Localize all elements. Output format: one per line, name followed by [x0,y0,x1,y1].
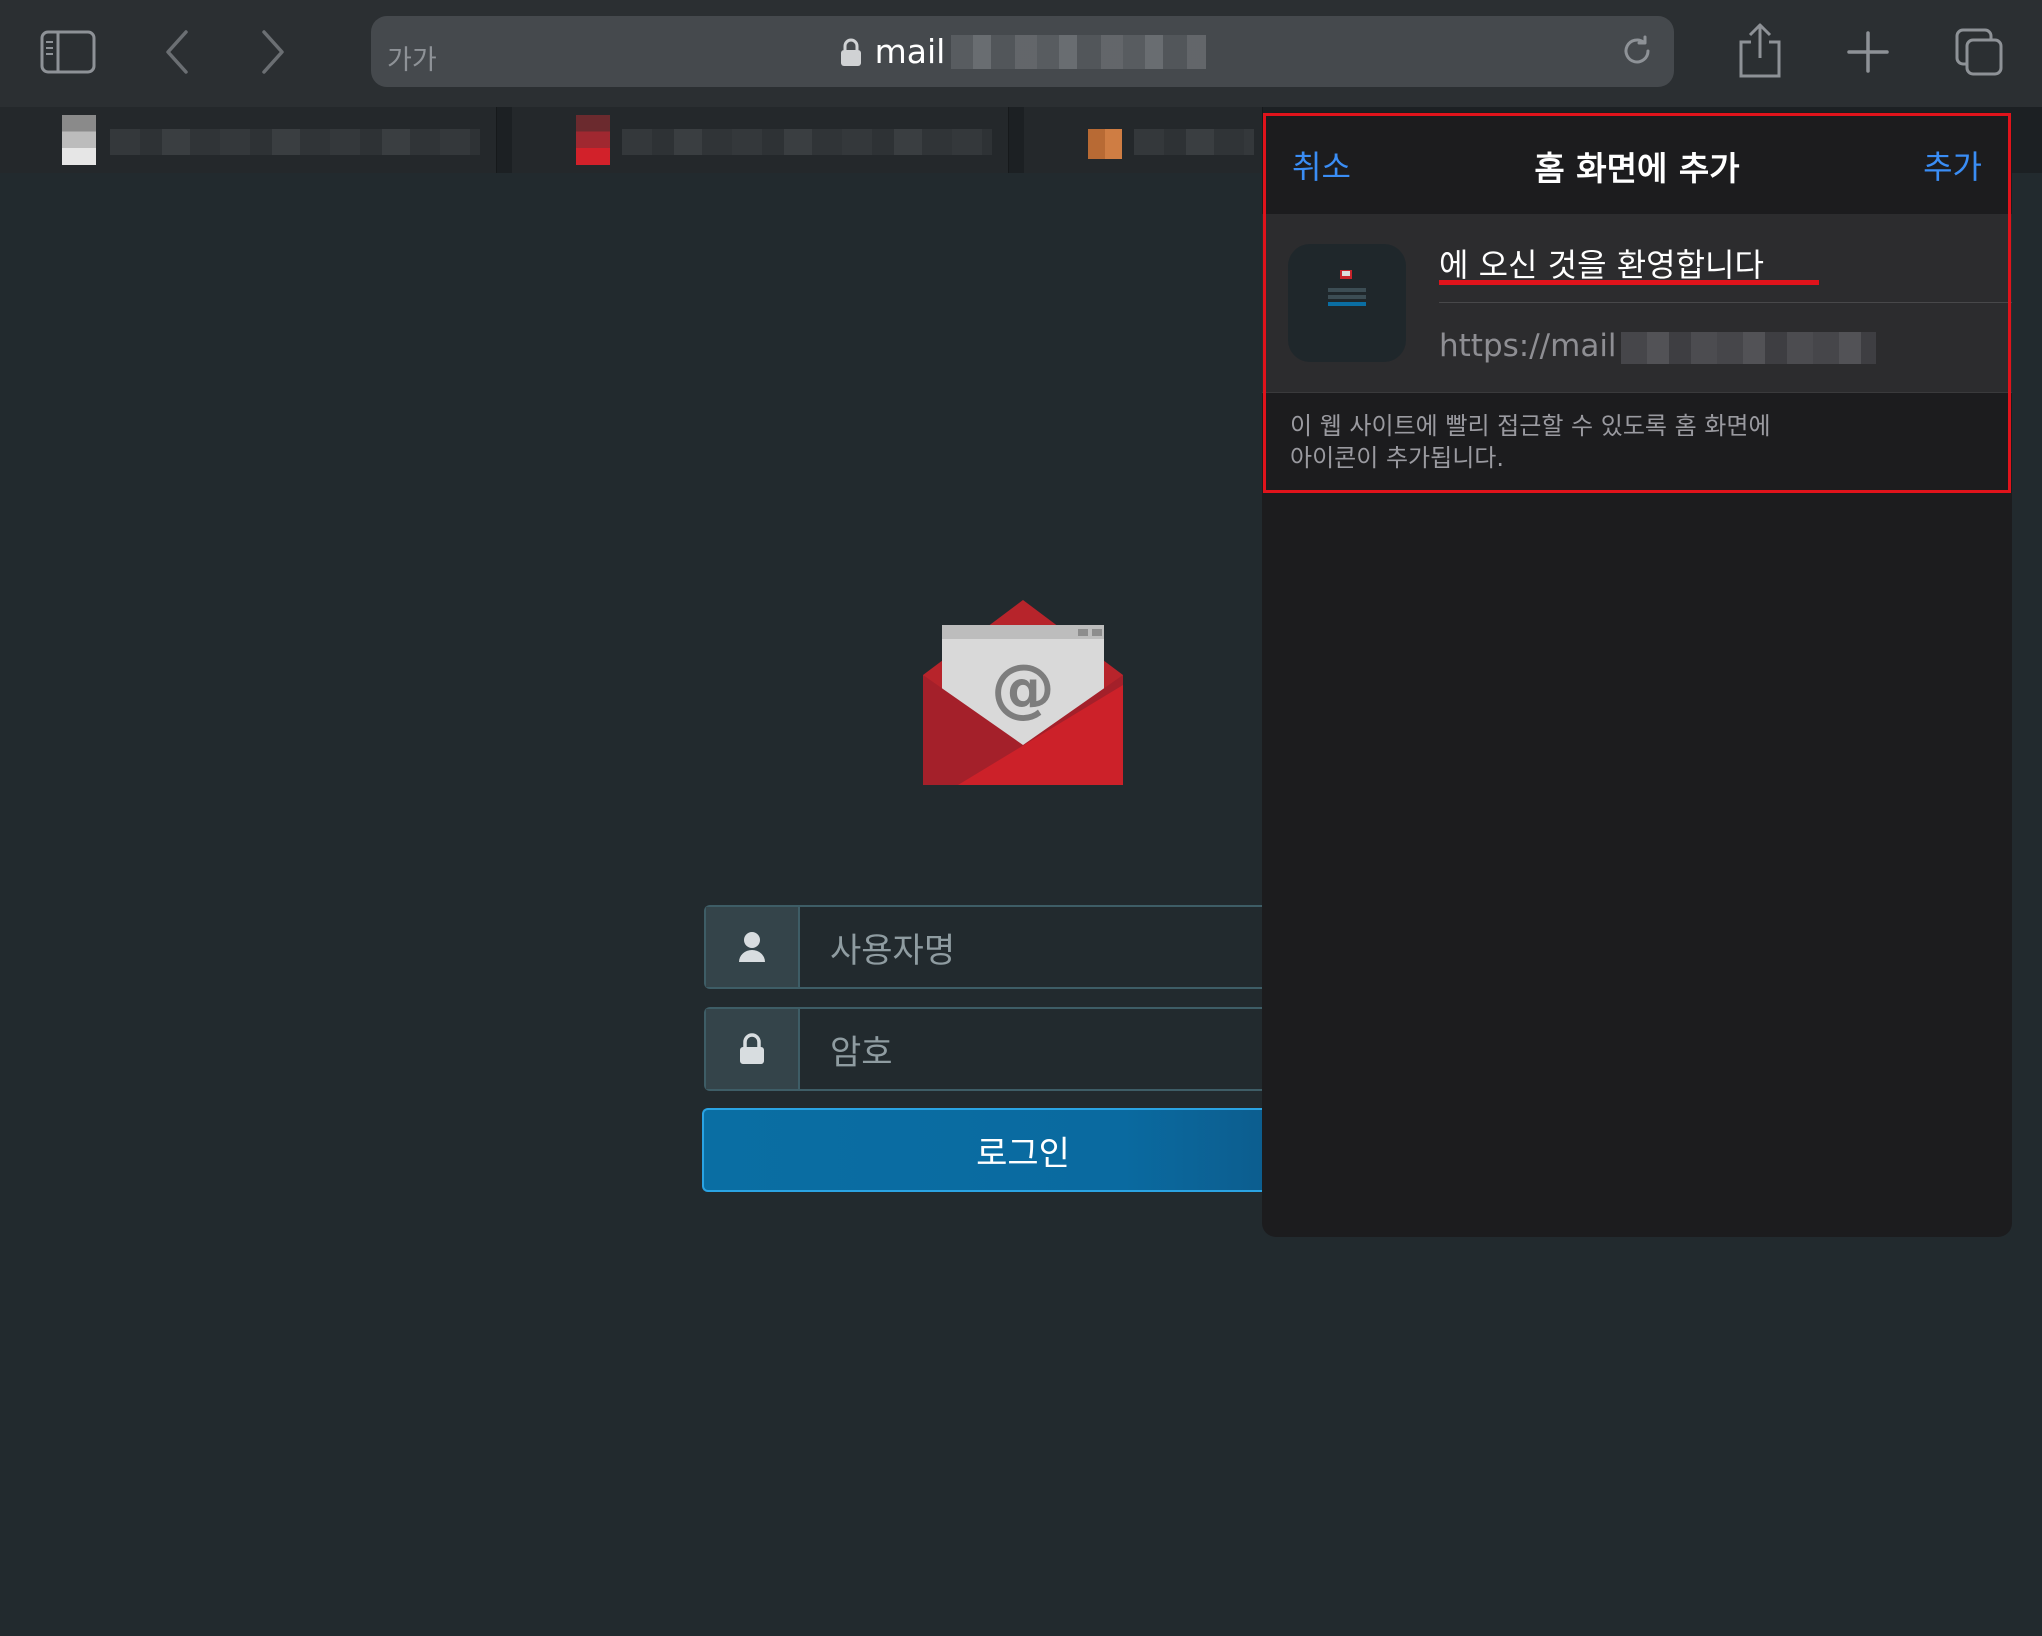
svg-text:@: @ [991,652,1055,726]
back-icon[interactable] [158,26,198,78]
redacted-tab-title [110,129,480,155]
lock-icon [840,38,861,66]
tab-item[interactable] [512,107,1009,173]
tab-favicon [62,115,96,165]
red-highlight-box [1263,113,2011,493]
redacted-tab-title [622,129,992,155]
redacted-tab-title [1134,129,1254,155]
password-field[interactable]: 암호 [704,1007,1304,1091]
password-placeholder: 암호 [830,1033,893,1073]
login-button[interactable]: 로그인 [702,1108,1302,1192]
redacted-url [951,34,1207,69]
username-field[interactable]: 사용자명 [704,905,1304,989]
username-placeholder: 사용자명 [830,931,956,971]
sidebar-icon[interactable] [40,30,96,74]
tab-favicon [576,115,610,165]
browser-toolbar: 가가 mail [0,0,2042,107]
url-text: mail [874,32,946,71]
tab-favicon [1088,129,1122,159]
share-icon[interactable] [1737,22,1783,80]
user-icon [706,907,800,987]
reload-icon[interactable] [1620,34,1654,68]
address-bar[interactable]: 가가 mail [371,16,1674,87]
plus-icon[interactable] [1846,30,1890,74]
url-display[interactable]: mail [371,16,1674,87]
lock-icon [706,1009,800,1089]
forward-icon[interactable] [252,26,292,78]
tab-item[interactable] [1024,107,1263,173]
mail-logo: @ [918,595,1128,795]
tab-item[interactable] [0,107,497,173]
tabs-icon[interactable] [1955,28,2003,76]
